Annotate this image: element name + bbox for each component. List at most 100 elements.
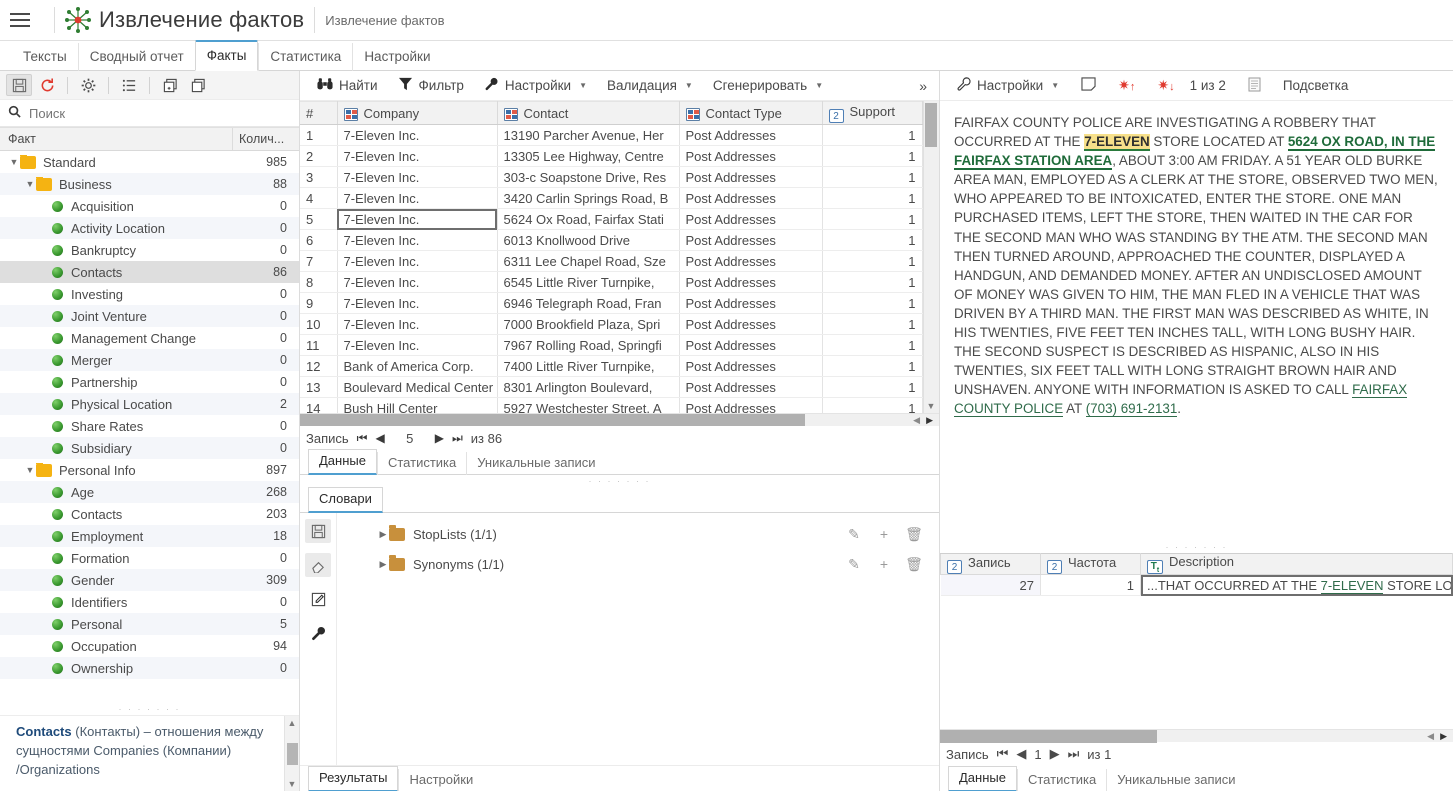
dict-add-icon[interactable]: + xyxy=(869,522,899,546)
main-tab-настройки[interactable]: Настройки xyxy=(352,43,441,71)
dict-edit-icon[interactable] xyxy=(305,587,331,611)
cell-contact[interactable]: 7967 Rolling Road, Springfi xyxy=(497,334,680,356)
cell-contact[interactable]: 3420 Carlin Springs Road, B xyxy=(497,187,680,209)
tree-item-occupation[interactable]: Occupation 94 xyxy=(0,635,299,657)
tree-item-acquisition[interactable]: Acquisition 0 xyxy=(0,195,299,217)
main-tab-факты[interactable]: Факты xyxy=(194,40,259,71)
scroll-up-icon[interactable]: ▲ xyxy=(288,718,297,728)
next-record-icon[interactable]: ▶ xyxy=(435,431,444,445)
dictionaries-list[interactable]: ▶ StopLists (1/1) ✎ + 🗑 ▶ Synonyms (1/1) ✎ + 🗑 xyxy=(337,513,939,765)
cell-contact[interactable]: 6946 Telegraph Road, Fran xyxy=(497,292,680,314)
list-icon[interactable] xyxy=(116,74,142,96)
table-row[interactable]: 11 7-Eleven Inc. 7967 Rolling Road, Spring… xyxy=(300,334,923,356)
cell-support[interactable]: 1 xyxy=(822,334,923,356)
cell-contact[interactable]: 5624 Ox Road, Fairfax Stati xyxy=(497,208,680,230)
table-row[interactable]: 1 7-Eleven Inc. 13190 Parcher Avenue, Her P… xyxy=(300,124,923,146)
refresh-icon[interactable] xyxy=(34,74,60,96)
facts-tree[interactable]: ▼ Standard 985 ▼ Business 88 Acquisition 0 Activ… xyxy=(0,151,299,703)
copy-icon[interactable] xyxy=(185,74,211,96)
right-column-header-description[interactable]: Tt Description xyxy=(1140,553,1453,575)
column-header-contact[interactable]: Contact xyxy=(497,101,680,125)
cell-support[interactable]: 1 xyxy=(822,271,923,293)
cell-company[interactable]: 7-Eleven Inc. xyxy=(337,187,498,209)
right-tab-статистика[interactable]: Статистика xyxy=(1016,769,1106,791)
table-row[interactable]: 7 7-Eleven Inc. 6311 Lee Chapel Road, Sze P… xyxy=(300,250,923,272)
tree-item-subsidiary[interactable]: Subsidiary 0 xyxy=(0,437,299,459)
cell-support[interactable]: 1 xyxy=(822,187,923,209)
cell-contact-type[interactable]: Post Addresses xyxy=(679,124,823,146)
hscrollbar-thumb[interactable] xyxy=(300,413,805,427)
cell-contact-type[interactable]: Post Addresses xyxy=(679,376,823,398)
settings-button[interactable]: Настройки ▼ xyxy=(475,74,596,97)
dict-add-icon[interactable]: + xyxy=(869,552,899,576)
last-record-icon[interactable]: ⏭ xyxy=(452,431,463,446)
tree-item-contacts[interactable]: Contacts 86 xyxy=(0,261,299,283)
right-tab-данные[interactable]: Данные xyxy=(948,766,1017,791)
tree-item-partnership[interactable]: Partnership 0 xyxy=(0,371,299,393)
dict-wrench-icon[interactable] xyxy=(305,621,331,645)
dict-delete-icon[interactable]: 🗑 xyxy=(899,552,929,576)
chevron-right-icon[interactable]: ▶ xyxy=(377,559,389,570)
cell-company[interactable]: 7-Eleven Inc. xyxy=(337,313,498,335)
scroll-right-icon[interactable]: ▶ xyxy=(926,415,933,426)
tree-item-identifiers[interactable]: Identifiers 0 xyxy=(0,591,299,613)
cell-contact-type[interactable]: Post Addresses xyxy=(679,334,823,356)
save-icon[interactable] xyxy=(6,74,32,96)
center-panel-splitter[interactable]: · · · · · · · xyxy=(300,475,939,487)
cell-contact[interactable]: 13305 Lee Highway, Centre xyxy=(497,145,680,167)
document-settings-button[interactable]: Настройки ▼ xyxy=(948,74,1068,97)
chevron-right-icon[interactable]: ▶ xyxy=(377,529,389,540)
tree-item-joint-venture[interactable]: Joint Venture 0 xyxy=(0,305,299,327)
cell-company[interactable]: 7-Eleven Inc. xyxy=(337,229,498,251)
table-row[interactable]: 10 7-Eleven Inc. 7000 Brookfield Plaza, Sp… xyxy=(300,313,923,335)
cell-company[interactable]: 7-Eleven Inc. xyxy=(337,124,498,146)
cell-company[interactable]: 7-Eleven Inc. xyxy=(337,145,498,167)
cell-support[interactable]: 1 xyxy=(822,397,923,413)
main-tab-сводный-отчет[interactable]: Сводный отчет xyxy=(77,43,195,71)
right-column-header-частота[interactable]: 2 Частота xyxy=(1040,553,1141,575)
cell-contact-type[interactable]: Post Addresses xyxy=(679,145,823,167)
find-button[interactable]: Найти xyxy=(308,74,387,97)
cell-company[interactable]: Bank of America Corp. xyxy=(337,355,498,377)
cell-contact-type[interactable]: Post Addresses xyxy=(679,187,823,209)
right-current-record-value[interactable]: 1 xyxy=(1034,747,1041,762)
filter-button[interactable]: Фильтр xyxy=(389,74,473,97)
table-row[interactable]: 5 7-Eleven Inc. 5624 Ox Road, Fairfax Stat… xyxy=(300,208,923,230)
dictionary-row[interactable]: ▶ StopLists (1/1) ✎ + 🗑 xyxy=(337,519,939,549)
cell-company[interactable]: 7-Eleven Inc. xyxy=(337,166,498,188)
column-header-company[interactable]: Company xyxy=(337,101,498,125)
cell-support[interactable]: 1 xyxy=(822,355,923,377)
facts-search-input[interactable] xyxy=(27,104,247,122)
hscroll-arrows[interactable]: ◀ ▶ xyxy=(913,415,939,426)
tree-item-merger[interactable]: Merger 0 xyxy=(0,349,299,371)
table-row[interactable]: 14 Bush Hill Center 5927 Westchester Stree… xyxy=(300,397,923,413)
gear-icon[interactable] xyxy=(75,74,101,96)
table-row[interactable]: 8 7-Eleven Inc. 6545 Little River Turnpike… xyxy=(300,271,923,293)
results-grid[interactable]: # Company Contact Contact Type 2 Support 1 7-El… xyxy=(300,101,939,413)
cell-contact[interactable]: 7400 Little River Turnpike, xyxy=(497,355,680,377)
tree-item-standard[interactable]: ▼ Standard 985 xyxy=(0,151,299,173)
column-header-fact[interactable]: Факт xyxy=(0,128,233,150)
cell-company[interactable]: 7-Eleven Inc. xyxy=(337,250,498,272)
cell-description[interactable]: ...THAT OCCURRED AT THE 7-ELEVEN STORE L… xyxy=(1140,574,1453,596)
table-row[interactable]: 3 7-Eleven Inc. 303-c Soapstone Drive, Res… xyxy=(300,166,923,188)
chevron-down-icon[interactable]: ▼ xyxy=(815,81,823,90)
cell-company[interactable]: 7-Eleven Inc. xyxy=(337,292,498,314)
cell-support[interactable]: 1 xyxy=(822,208,923,230)
cell-contact-type[interactable]: Post Addresses xyxy=(679,355,823,377)
cell-contact[interactable]: 5927 Westchester Street, A xyxy=(497,397,680,413)
column-header-support[interactable]: 2 Support xyxy=(822,101,923,125)
current-record-value[interactable]: 5 xyxy=(393,431,427,446)
right-panel-splitter[interactable]: · · · · · · · xyxy=(940,541,1453,553)
cell-contact-type[interactable]: Post Addresses xyxy=(679,292,823,314)
right-column-header-запись[interactable]: 2 Запись xyxy=(940,553,1041,575)
cell-contact-type[interactable]: Post Addresses xyxy=(679,208,823,230)
table-row[interactable]: 6 7-Eleven Inc. 6013 Knollwood Drive Post A… xyxy=(300,229,923,251)
cell-contact[interactable]: 6311 Lee Chapel Road, Sze xyxy=(497,250,680,272)
table-row[interactable]: 2 7-Eleven Inc. 13305 Lee Highway, Centre P… xyxy=(300,145,923,167)
tree-item-gender[interactable]: Gender 309 xyxy=(0,569,299,591)
dict-delete-icon[interactable]: 🗑 xyxy=(899,522,929,546)
validation-button[interactable]: Валидация ▼ xyxy=(598,75,702,96)
column-header-count[interactable]: Колич... xyxy=(233,128,299,150)
cell-support[interactable]: 1 xyxy=(822,313,923,335)
